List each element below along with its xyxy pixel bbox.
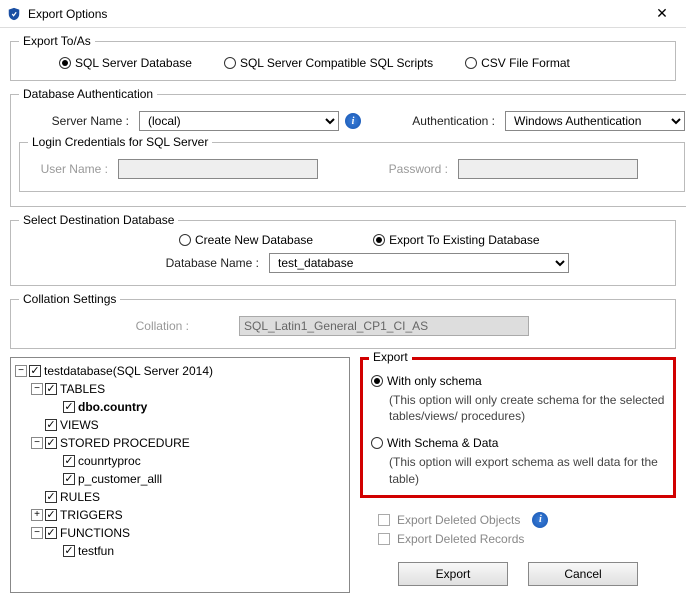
radio-label: With only schema bbox=[387, 374, 482, 388]
database-name-select[interactable]: test_database bbox=[269, 253, 569, 273]
login-credentials-group: Login Credentials for SQL Server User Na… bbox=[19, 135, 685, 192]
db-auth-legend: Database Authentication bbox=[19, 87, 157, 101]
window-title: Export Options bbox=[28, 7, 644, 21]
radio-label: With Schema & Data bbox=[387, 436, 498, 450]
tree-checkbox[interactable] bbox=[45, 419, 57, 431]
destination-legend: Select Destination Database bbox=[19, 213, 178, 227]
radio-label: SQL Server Database bbox=[75, 56, 192, 70]
radio-with-only-schema[interactable]: With only schema bbox=[371, 374, 665, 388]
cancel-button[interactable]: Cancel bbox=[528, 562, 638, 586]
checkbox-label: Export Deleted Objects bbox=[397, 513, 520, 527]
app-shield-icon bbox=[6, 6, 22, 22]
radio-label: Export To Existing Database bbox=[389, 233, 540, 247]
checkbox-icon bbox=[378, 533, 390, 545]
close-button[interactable]: ✕ bbox=[644, 5, 680, 22]
radio-csv-format[interactable]: CSV File Format bbox=[465, 56, 570, 70]
radio-dot-icon bbox=[59, 57, 71, 69]
tree-node-database[interactable]: testdatabase(SQL Server 2014) bbox=[44, 364, 213, 378]
checkbox-export-deleted-objects: Export Deleted Objects i bbox=[378, 512, 676, 528]
info-icon[interactable]: i bbox=[345, 113, 361, 129]
tree-checkbox[interactable] bbox=[45, 527, 57, 539]
tree-checkbox[interactable] bbox=[63, 473, 75, 485]
radio-dot-icon bbox=[179, 234, 191, 246]
password-label: Password : bbox=[378, 162, 458, 176]
tree-node-stored-procedure[interactable]: STORED PROCEDURE bbox=[60, 436, 190, 450]
title-bar: Export Options ✕ bbox=[0, 0, 686, 28]
collation-value: SQL_Latin1_General_CP1_CI_AS bbox=[244, 319, 428, 333]
export-legend: Export bbox=[369, 350, 412, 364]
checkbox-label: Export Deleted Records bbox=[397, 532, 524, 546]
tree-checkbox[interactable] bbox=[45, 437, 57, 449]
database-authentication-group: Database Authentication Server Name : (l… bbox=[10, 87, 686, 207]
select-destination-group: Select Destination Database Create New D… bbox=[10, 213, 676, 286]
button-label: Export bbox=[436, 567, 471, 581]
tree-checkbox[interactable] bbox=[45, 509, 57, 521]
tree-node-functions[interactable]: FUNCTIONS bbox=[60, 526, 130, 540]
collation-label: Collation : bbox=[119, 319, 199, 333]
export-to-as-group: Export To/As SQL Server Database SQL Ser… bbox=[10, 34, 676, 81]
tree-checkbox[interactable] bbox=[63, 401, 75, 413]
database-tree-panel[interactable]: − testdatabase(SQL Server 2014) − TABLES… bbox=[10, 357, 350, 593]
radio-with-schema-and-data[interactable]: With Schema & Data bbox=[371, 436, 665, 450]
collapse-icon[interactable]: − bbox=[31, 437, 43, 449]
authentication-label: Authentication : bbox=[395, 114, 505, 128]
radio-dot-icon bbox=[465, 57, 477, 69]
radio-create-new-database[interactable]: Create New Database bbox=[179, 233, 313, 247]
tree-checkbox[interactable] bbox=[45, 383, 57, 395]
checkbox-icon bbox=[378, 514, 390, 526]
tree-node-p-customer-alll[interactable]: p_customer_alll bbox=[78, 472, 162, 486]
tree-checkbox[interactable] bbox=[63, 455, 75, 467]
tree-node-dbo-country[interactable]: dbo.country bbox=[78, 400, 147, 414]
tree-checkbox[interactable] bbox=[63, 545, 75, 557]
radio-label: CSV File Format bbox=[481, 56, 570, 70]
tree-node-tables[interactable]: TABLES bbox=[60, 382, 105, 396]
tree-node-views[interactable]: VIEWS bbox=[60, 418, 99, 432]
user-name-input bbox=[118, 159, 318, 179]
tree-checkbox[interactable] bbox=[29, 365, 41, 377]
deleted-options: Export Deleted Objects i Export Deleted … bbox=[360, 504, 676, 550]
tree-node-counrtyproc[interactable]: counrtyproc bbox=[78, 454, 141, 468]
database-name-label: Database Name : bbox=[149, 256, 269, 270]
radio-sql-scripts[interactable]: SQL Server Compatible SQL Scripts bbox=[224, 56, 433, 70]
radio-dot-icon bbox=[371, 437, 383, 449]
schema-data-description: (This option will export schema as well … bbox=[371, 454, 665, 486]
server-name-select[interactable]: (local) bbox=[139, 111, 339, 131]
login-legend: Login Credentials for SQL Server bbox=[28, 135, 212, 149]
collapse-icon[interactable]: − bbox=[15, 365, 27, 377]
collapse-icon[interactable]: − bbox=[31, 383, 43, 395]
user-name-label: User Name : bbox=[28, 162, 118, 176]
checkbox-export-deleted-records: Export Deleted Records bbox=[378, 532, 676, 546]
export-button[interactable]: Export bbox=[398, 562, 508, 586]
collapse-icon[interactable]: − bbox=[31, 527, 43, 539]
expand-icon[interactable]: + bbox=[31, 509, 43, 521]
tree-checkbox[interactable] bbox=[45, 491, 57, 503]
radio-export-existing-database[interactable]: Export To Existing Database bbox=[373, 233, 540, 247]
collation-settings-group: Collation Settings Collation : SQL_Latin… bbox=[10, 292, 676, 349]
only-schema-description: (This option will only create schema for… bbox=[371, 392, 665, 424]
tree-node-testfun[interactable]: testfun bbox=[78, 544, 114, 558]
password-input bbox=[458, 159, 638, 179]
radio-dot-icon bbox=[373, 234, 385, 246]
radio-dot-icon bbox=[224, 57, 236, 69]
button-label: Cancel bbox=[564, 567, 601, 581]
tree-node-rules[interactable]: RULES bbox=[60, 490, 100, 504]
server-name-label: Server Name : bbox=[19, 114, 139, 128]
info-icon[interactable]: i bbox=[532, 512, 548, 528]
radio-label: SQL Server Compatible SQL Scripts bbox=[240, 56, 433, 70]
authentication-select[interactable]: Windows Authentication bbox=[505, 111, 685, 131]
export-options-box: Export With only schema (This option wil… bbox=[360, 357, 676, 498]
radio-dot-icon bbox=[371, 375, 383, 387]
radio-label: Create New Database bbox=[195, 233, 313, 247]
radio-sql-server-database[interactable]: SQL Server Database bbox=[59, 56, 192, 70]
collation-legend: Collation Settings bbox=[19, 292, 120, 306]
export-to-as-legend: Export To/As bbox=[19, 34, 95, 48]
collation-select: SQL_Latin1_General_CP1_CI_AS bbox=[239, 316, 529, 336]
tree-node-triggers[interactable]: TRIGGERS bbox=[60, 508, 123, 522]
